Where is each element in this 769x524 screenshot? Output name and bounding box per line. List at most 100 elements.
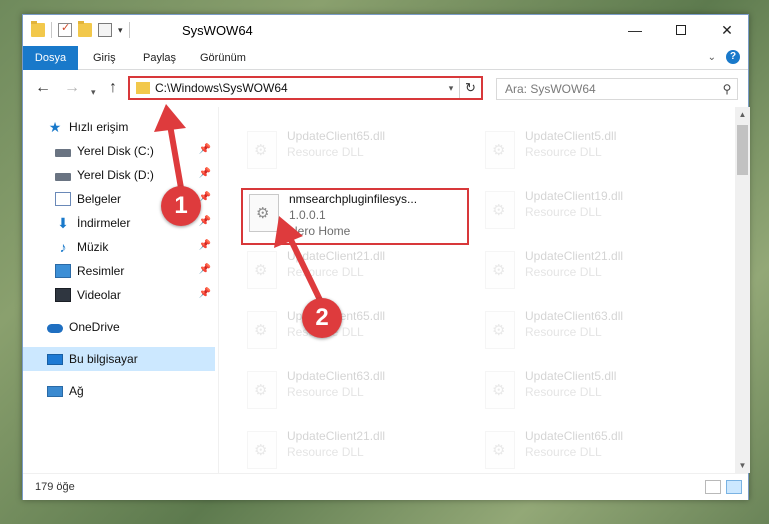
file-type: Resource DLL — [525, 385, 602, 399]
this-pc-icon — [47, 353, 63, 365]
recent-locations-chevron-icon[interactable]: ▾ — [91, 84, 96, 100]
sidebar-item-this-pc[interactable]: Bu bilgisayar — [23, 347, 215, 371]
forward-arrow-icon[interactable]: → — [64, 80, 80, 96]
toolbar-divider — [51, 22, 52, 38]
step-marker-2: 2 — [302, 298, 342, 338]
back-arrow-icon[interactable]: ← — [35, 80, 51, 96]
sidebar-item-quick-access[interactable]: ★ Hızlı erişim — [23, 115, 215, 139]
dll-file-icon: ⚙ — [485, 311, 515, 349]
file-name: UpdateClient65.dll — [525, 429, 624, 443]
file-item[interactable]: ⚙ UpdateClient5.dll Resource DLL — [481, 127, 711, 179]
minimize-button[interactable]: — — [612, 15, 658, 45]
maximize-button[interactable] — [658, 15, 704, 45]
file-name: UpdateClient5.dll — [525, 369, 617, 383]
address-history-chevron-icon[interactable]: ▾ — [443, 83, 459, 94]
new-folder-icon[interactable] — [78, 21, 92, 37]
tab-home[interactable]: Giriş — [93, 46, 116, 70]
properties-check-icon[interactable] — [58, 21, 72, 37]
file-type: Resource DLL — [525, 445, 602, 459]
rename-icon[interactable] — [98, 23, 112, 37]
file-type: Resource DLL — [287, 445, 364, 459]
pin-icon[interactable]: 📌 — [199, 264, 211, 275]
close-button[interactable]: ✕ — [704, 15, 750, 45]
sidebar-item-label: İndirmeler — [77, 216, 131, 230]
pin-icon[interactable]: 📌 — [199, 216, 211, 227]
sidebar-item-label: Resimler — [77, 264, 125, 278]
refresh-icon[interactable]: ↻ — [459, 78, 481, 98]
documents-icon — [55, 192, 71, 206]
scrollbar-thumb[interactable] — [737, 125, 748, 175]
star-icon: ★ — [48, 119, 62, 135]
sidebar-item-label: Ağ — [69, 384, 84, 398]
onedrive-icon — [47, 323, 63, 333]
sidebar-item-label: OneDrive — [69, 320, 120, 334]
file-item[interactable]: ⚙ UpdateClient63.dll Resource DLL — [481, 307, 711, 359]
sidebar-item-videos[interactable]: Videolar 📌 — [23, 283, 215, 307]
sidebar-item-pictures[interactable]: Resimler 📌 — [23, 259, 215, 283]
file-item[interactable]: ⚙ UpdateClient65.dllResource DLL — [243, 307, 473, 359]
dll-file-icon: ⚙ — [247, 431, 277, 469]
download-icon: ⬇ — [57, 215, 69, 231]
tiles-view-icon[interactable] — [726, 480, 742, 494]
customize-toolbar-chevron-down-icon[interactable]: ▾ — [118, 25, 123, 36]
search-icon[interactable]: ⚲ — [717, 82, 737, 96]
file-item[interactable]: ⚙ UpdateClient21.dll Resource DLL — [481, 247, 711, 299]
sidebar-item-music[interactable]: ♪ Müzik 📌 — [23, 235, 215, 259]
scroll-up-arrow-icon[interactable]: ▲ — [735, 107, 750, 122]
pin-icon[interactable]: 📌 — [199, 240, 211, 251]
file-name: UpdateClient21.dll — [525, 249, 624, 263]
dll-file-icon: ⚙ — [485, 371, 515, 409]
quick-access-toolbar: ▾ — [31, 21, 130, 38]
address-bar[interactable]: C:\Windows\SysWOW64 ▾ ↻ — [128, 76, 483, 100]
search-input[interactable] — [497, 82, 717, 96]
sidebar-item-label: Yerel Disk (D:) — [77, 168, 154, 182]
disk-icon — [55, 148, 71, 157]
videos-icon — [55, 288, 71, 302]
file-type: Resource DLL — [525, 325, 602, 339]
up-arrow-icon[interactable]: ↑ — [109, 80, 117, 96]
explorer-window: ▾ SysWOW64 — ✕ Dosya Giriş Paylaş Görünü… — [22, 14, 750, 500]
file-name: UpdateClient21.dll — [287, 249, 386, 263]
dll-file-icon: ⚙ — [247, 131, 277, 169]
navigation-pane: ★ Hızlı erişim Yerel Disk (C:) 📌 Yerel D… — [23, 107, 218, 473]
file-type: Resource DLL — [525, 145, 602, 159]
sidebar-item-onedrive[interactable]: OneDrive — [23, 315, 215, 339]
file-item[interactable]: ⚙ UpdateClient65.dllResource DLL — [481, 427, 711, 473]
sidebar-item-local-disk-c[interactable]: Yerel Disk (C:) 📌 — [23, 139, 215, 163]
expand-ribbon-chevron-icon[interactable]: ⌄ — [708, 52, 716, 63]
dll-file-icon: ⚙ — [485, 191, 515, 229]
pictures-icon — [55, 264, 71, 278]
sidebar-item-label: Müzik — [77, 240, 109, 254]
file-name: UpdateClient63.dll — [287, 369, 386, 383]
item-count: 179 öğe — [35, 481, 75, 493]
sidebar-item-local-disk-d[interactable]: Yerel Disk (D:) 📌 — [23, 163, 215, 187]
file-item[interactable]: ⚙ UpdateClient21.dll Resource DLL — [243, 427, 473, 473]
details-view-icon[interactable] — [705, 480, 721, 494]
help-icon[interactable]: ? — [726, 50, 740, 64]
highlight-box — [241, 188, 469, 245]
pin-icon[interactable]: 📌 — [199, 168, 211, 179]
pin-icon[interactable]: 📌 — [199, 288, 211, 299]
folder-icon — [136, 82, 150, 94]
scroll-down-arrow-icon[interactable]: ▼ — [735, 458, 750, 473]
dll-file-icon: ⚙ — [247, 311, 277, 349]
tab-share[interactable]: Paylaş — [143, 46, 176, 70]
ribbon-controls: ⌄ ? — [708, 50, 740, 64]
address-path[interactable]: C:\Windows\SysWOW64 — [155, 81, 443, 95]
dll-file-icon: ⚙ — [247, 371, 277, 409]
sidebar-item-label: Videolar — [77, 288, 121, 302]
file-type: Resource DLL — [287, 265, 364, 279]
network-icon — [47, 385, 63, 397]
sidebar-item-network[interactable]: Ağ — [23, 379, 215, 403]
file-item[interactable]: ⚙ UpdateClient21.dll Resource DLL — [243, 247, 473, 299]
search-box[interactable]: ⚲ — [496, 78, 738, 100]
file-item[interactable]: ⚙ UpdateClient5.dll Resource DLL — [481, 367, 711, 419]
tab-file[interactable]: Dosya — [23, 46, 78, 70]
dll-file-icon: ⚙ — [485, 251, 515, 289]
file-item[interactable]: ⚙ UpdateClient19.dll Resource DLL — [481, 187, 711, 239]
file-item[interactable]: ⚙ UpdateClient65.dllResource DLL — [243, 127, 473, 179]
pin-icon[interactable]: 📌 — [199, 144, 211, 155]
vertical-scrollbar[interactable]: ▲ ▼ — [735, 107, 750, 473]
tab-view[interactable]: Görünüm — [200, 46, 246, 70]
file-item[interactable]: ⚙ UpdateClient63.dll Resource DLL — [243, 367, 473, 419]
